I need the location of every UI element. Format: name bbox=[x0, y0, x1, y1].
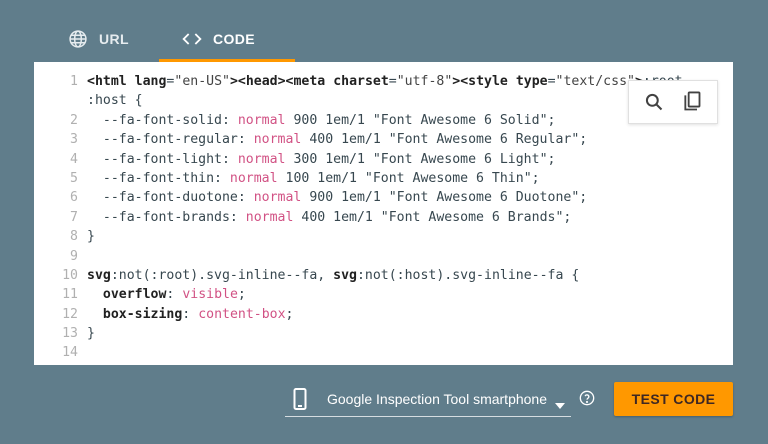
line-number: 13 bbox=[62, 326, 78, 342]
code-text: --fa-font-brands: normal 400 1em/1 "Font… bbox=[87, 209, 572, 225]
copy-icon[interactable] bbox=[679, 89, 705, 115]
code-text: --fa-font-light: normal 300 1em/1 "Font … bbox=[87, 151, 556, 167]
code-line: 3 --fa-font-regular: normal 400 1em/1 "F… bbox=[34, 130, 733, 149]
smartphone-icon bbox=[293, 388, 309, 410]
code-text: :host { bbox=[87, 93, 143, 109]
test-code-button[interactable]: TEST CODE bbox=[614, 382, 733, 416]
tab-url-label: URL bbox=[99, 31, 129, 47]
line-number: 1 bbox=[70, 74, 78, 89]
code-text: <html lang="en-US"><head><meta charset="… bbox=[87, 74, 691, 89]
search-icon[interactable] bbox=[641, 89, 667, 115]
device-select-value: Google Inspection Tool smartphone bbox=[327, 391, 547, 407]
tab-code[interactable]: CODE bbox=[159, 16, 295, 62]
line-number: 14 bbox=[62, 345, 78, 361]
code-line: 6 --fa-font-duotone: normal 900 1em/1 "F… bbox=[34, 188, 733, 207]
line-number: 11 bbox=[62, 287, 78, 303]
code-text: --fa-font-regular: normal 400 1em/1 "Fon… bbox=[87, 132, 588, 148]
code-line: 9 bbox=[34, 247, 733, 266]
code-text: svg:not(:root).svg-inline--fa, svg:not(:… bbox=[87, 267, 580, 283]
code-text: .svg-inline--fa { bbox=[87, 363, 222, 366]
code-editor[interactable]: 1 <html lang="en-US"><head><meta charset=… bbox=[34, 62, 733, 365]
code-text: overflow: visible; bbox=[102, 287, 246, 303]
line-number: 12 bbox=[62, 306, 78, 322]
line-number: 4 bbox=[70, 151, 78, 167]
code-text: box-sizing: content-box; bbox=[102, 306, 294, 322]
code-line: 7 --fa-font-brands: normal 400 1em/1 "Fo… bbox=[34, 208, 733, 227]
code-text: --fa-font-duotone: normal 900 1em/1 "Fon… bbox=[87, 190, 588, 206]
code-line: 5 --fa-font-thin: normal 100 1em/1 "Font… bbox=[34, 169, 733, 188]
code-line: 4 --fa-font-light: normal 300 1em/1 "Fon… bbox=[34, 150, 733, 169]
line-number: 15 bbox=[34, 363, 87, 366]
line-number: 9 bbox=[70, 248, 78, 264]
line-number: 2 bbox=[70, 112, 78, 128]
help-circle-icon[interactable] bbox=[579, 390, 595, 406]
line-number: 10 bbox=[62, 267, 78, 283]
code-text: } bbox=[87, 229, 95, 245]
tab-url[interactable]: URL bbox=[55, 16, 159, 62]
line-number bbox=[34, 91, 87, 110]
code-brackets-icon bbox=[181, 28, 203, 50]
code-line: 13} bbox=[34, 324, 733, 343]
code-line: 15.svg-inline--fa { bbox=[34, 363, 733, 366]
code-text: --fa-font-solid: normal 900 1em/1 "Font … bbox=[87, 112, 556, 128]
globe-icon bbox=[67, 28, 89, 50]
tab-code-label: CODE bbox=[213, 31, 256, 47]
code-line: 8} bbox=[34, 227, 733, 246]
line-number: 8 bbox=[70, 229, 78, 245]
line-number: 5 bbox=[70, 170, 78, 186]
line-number: 3 bbox=[70, 132, 78, 148]
code-text: --fa-font-thin: normal 100 1em/1 "Font A… bbox=[87, 170, 540, 186]
line-number: 6 bbox=[70, 190, 78, 206]
code-line: 12 box-sizing: content-box; bbox=[34, 305, 733, 324]
code-line: 10 svg:not(:root).svg-inline--fa, svg:not… bbox=[34, 266, 733, 285]
code-line: 11 overflow: visible; bbox=[34, 285, 733, 304]
device-select[interactable]: Google Inspection Tool smartphone bbox=[285, 382, 571, 417]
line-number: 7 bbox=[70, 209, 78, 225]
chevron-down-icon bbox=[555, 396, 565, 414]
editor-toolbar bbox=[628, 80, 718, 124]
mode-tabs: URL CODE bbox=[55, 16, 295, 62]
code-text: } bbox=[87, 326, 95, 342]
code-line: 14 bbox=[34, 343, 733, 362]
